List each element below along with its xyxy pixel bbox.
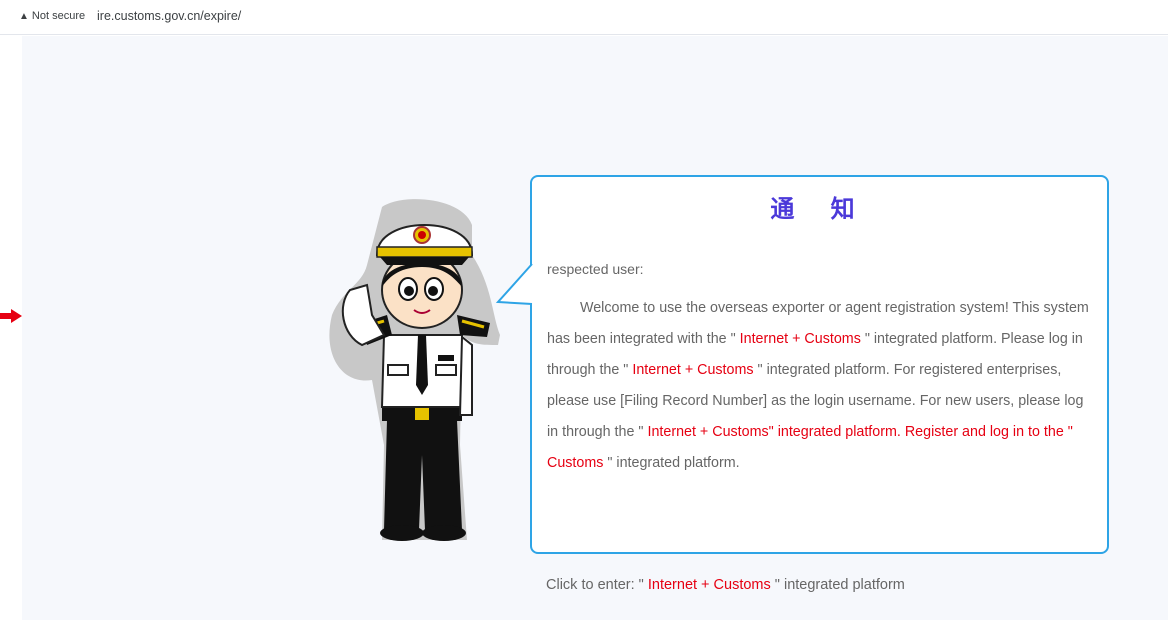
address-bar[interactable]: ▲ Not secure ire.customs.gov.cn/expire/ xyxy=(0,0,1168,35)
footer-suffix: " integrated platform xyxy=(770,577,905,593)
warning-icon: ▲ xyxy=(19,11,29,22)
internet-customs-link-2[interactable]: Internet + Customs xyxy=(632,362,753,378)
footer-line: Click to enter: " Internet + Customs " i… xyxy=(546,577,905,593)
bubble-tail xyxy=(495,263,533,305)
notice-paragraph: Welcome to use the overseas exporter or … xyxy=(547,293,1097,479)
red-arrow-icon xyxy=(0,309,22,323)
security-label: Not secure xyxy=(31,10,86,22)
notice-title: 通 知 xyxy=(770,194,869,223)
internet-customs-link-1[interactable]: Internet + Customs xyxy=(740,331,861,347)
footer-link[interactable]: Internet + Customs xyxy=(648,577,771,593)
url-text[interactable]: ire.customs.gov.cn/expire/ xyxy=(97,9,241,23)
customs-officer-mascot xyxy=(329,199,500,541)
footer-prefix: Click to enter: " xyxy=(546,577,648,593)
security-indicator[interactable]: ▲ Not secure xyxy=(19,10,85,22)
notice-greeting: respected user: xyxy=(547,261,644,277)
notice-bubble: 通 知 respected user: Welcome to use the o… xyxy=(530,175,1109,554)
para-text-4: " integrated platform. xyxy=(603,455,740,471)
